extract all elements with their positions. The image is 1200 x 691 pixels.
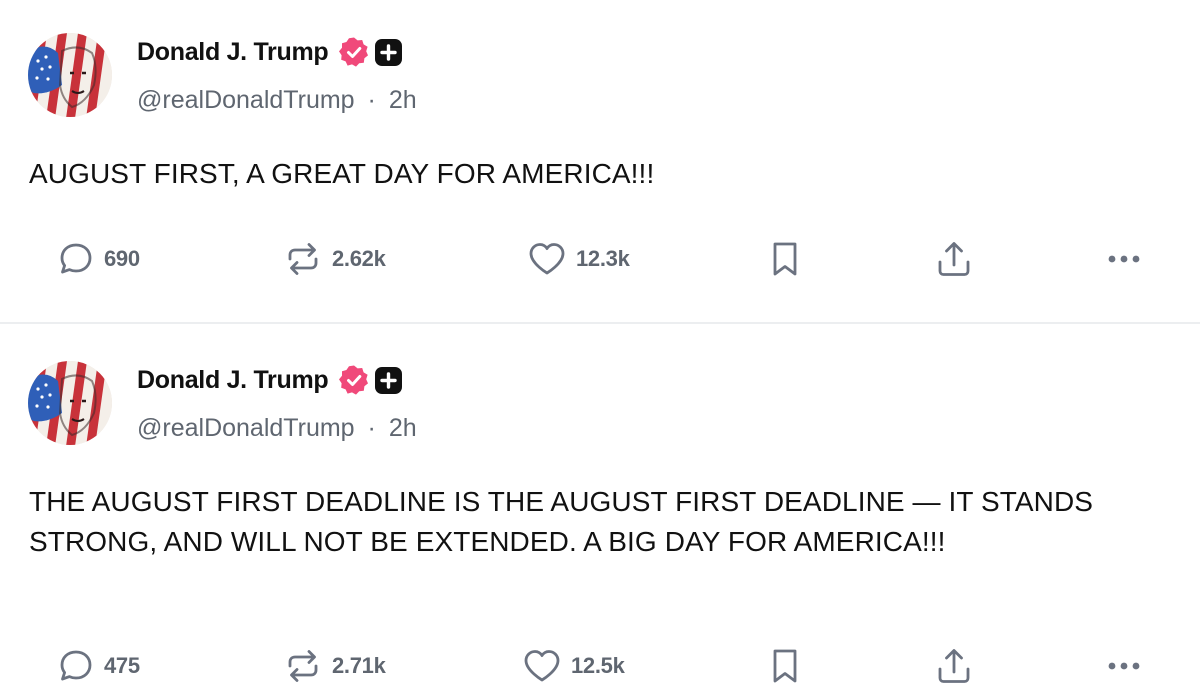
post-actions-bar: 690 2.62k 12.3k bbox=[0, 234, 1200, 284]
post-text: AUGUST FIRST, A GREAT DAY FOR AMERICA!!! bbox=[29, 158, 655, 189]
author-display-name[interactable]: Donald J. Trump bbox=[137, 38, 329, 67]
post[interactable]: Donald J. Trump @realDonaldTrump · 2h TH… bbox=[0, 325, 1200, 691]
more-dots-icon bbox=[1104, 646, 1146, 686]
verified-check-badge-icon bbox=[338, 364, 370, 396]
handle-separator: · bbox=[367, 414, 376, 442]
author-name-row: Donald J. Trump bbox=[137, 32, 403, 72]
reply-button[interactable]: 690 bbox=[56, 234, 140, 284]
share-button[interactable] bbox=[934, 234, 974, 284]
author-display-name[interactable]: Donald J. Trump bbox=[137, 366, 329, 395]
share-upload-icon bbox=[934, 238, 974, 280]
verified-check-badge-icon bbox=[338, 36, 370, 68]
handle-separator: · bbox=[367, 86, 376, 114]
more-dots-icon bbox=[1104, 239, 1146, 279]
comment-bubble-icon bbox=[56, 239, 96, 279]
share-button[interactable] bbox=[934, 641, 974, 691]
reply-count: 475 bbox=[104, 653, 140, 678]
repost-button[interactable]: 2.62k bbox=[282, 234, 386, 284]
repost-arrows-icon bbox=[282, 646, 324, 686]
like-count: 12.3k bbox=[576, 246, 630, 271]
share-upload-icon bbox=[934, 645, 974, 687]
author-name-row: Donald J. Trump bbox=[137, 360, 403, 400]
post-divider bbox=[0, 322, 1200, 324]
author-handle[interactable]: @realDonaldTrump bbox=[137, 86, 355, 114]
more-options-button[interactable] bbox=[1104, 234, 1146, 284]
heart-icon bbox=[526, 239, 568, 279]
plus-badge-icon bbox=[374, 38, 403, 67]
post-timestamp[interactable]: 2h bbox=[389, 414, 417, 442]
post-timestamp[interactable]: 2h bbox=[389, 86, 417, 114]
like-button[interactable]: 12.3k bbox=[526, 234, 630, 284]
like-count: 12.5k bbox=[571, 653, 625, 678]
bookmark-icon bbox=[766, 646, 804, 686]
repost-arrows-icon bbox=[282, 239, 324, 279]
like-button[interactable]: 12.5k bbox=[521, 641, 625, 691]
bookmark-button[interactable] bbox=[766, 234, 804, 284]
post-text: THE AUGUST FIRST DEADLINE IS THE AUGUST … bbox=[29, 486, 1094, 557]
plus-badge-icon bbox=[374, 366, 403, 395]
comment-bubble-icon bbox=[56, 646, 96, 686]
post[interactable]: Donald J. Trump @realDonaldTrump · 2h AU… bbox=[0, 0, 1200, 322]
bookmark-icon bbox=[766, 239, 804, 279]
repost-button[interactable]: 2.71k bbox=[282, 641, 386, 691]
author-handle-row: @realDonaldTrump · 2h bbox=[137, 411, 417, 445]
author-handle[interactable]: @realDonaldTrump bbox=[137, 414, 355, 442]
heart-icon bbox=[521, 646, 563, 686]
repost-count: 2.71k bbox=[332, 653, 386, 678]
avatar[interactable] bbox=[28, 33, 112, 117]
more-options-button[interactable] bbox=[1104, 641, 1146, 691]
author-handle-row: @realDonaldTrump · 2h bbox=[137, 83, 417, 117]
reply-count: 690 bbox=[104, 246, 140, 271]
repost-count: 2.62k bbox=[332, 246, 386, 271]
avatar[interactable] bbox=[28, 361, 112, 445]
bookmark-button[interactable] bbox=[766, 641, 804, 691]
post-actions-bar: 475 2.71k 12.5k bbox=[0, 641, 1200, 691]
reply-button[interactable]: 475 bbox=[56, 641, 140, 691]
